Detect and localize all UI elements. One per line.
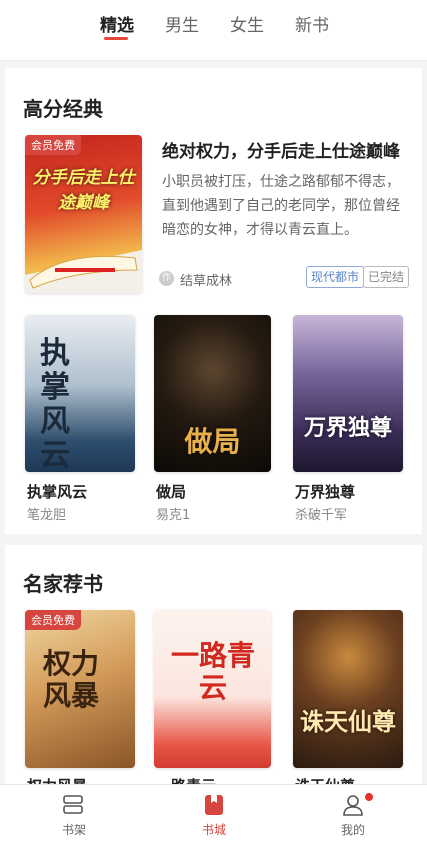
cover-text: 诛天仙尊 xyxy=(300,708,396,736)
vip-free-badge: 会员免费 xyxy=(25,135,81,155)
cover-text: 一路青云 xyxy=(170,639,255,704)
book-cover-1[interactable]: 执掌风云 xyxy=(25,315,135,472)
train-illustration xyxy=(25,250,142,293)
bookshelf-icon xyxy=(63,795,83,814)
book-cover-2[interactable]: 做局 xyxy=(154,315,271,472)
nav-label: 书架 xyxy=(61,823,86,837)
book-author: 杀破千军 xyxy=(295,508,348,523)
featured-book-author: 结草成林 xyxy=(180,274,233,289)
bottom-navigation: 书架 书城 我的 xyxy=(0,784,427,843)
section-celebrity-picks: 名家荐书 会员免费 权力风暴 一路青云 诛天仙尊 权力风暴 一路青云 诛天仙尊 xyxy=(5,545,422,784)
cover-text: 执掌风云 xyxy=(40,336,70,473)
tab-new-books[interactable]: 新书 xyxy=(295,11,329,36)
book-cover-4[interactable]: 会员免费 权力风暴 xyxy=(25,610,135,768)
section-title: 名家荐书 xyxy=(23,572,103,596)
book-author: 易克1 xyxy=(156,508,191,523)
book-author: 笔龙胆 xyxy=(27,508,67,523)
tab-female[interactable]: 女生 xyxy=(230,11,264,36)
cover-text: 权力风暴 xyxy=(42,647,99,712)
book-title[interactable]: 万界独尊 xyxy=(295,481,355,502)
cover-text: 万界独尊 xyxy=(303,416,392,441)
nav-label: 我的 xyxy=(340,823,365,837)
section-high-score-classics: 高分经典 会员免费 分手后走上仕途巅峰 绝对权力，分手后走上仕途巅峰 小职员被打… xyxy=(5,68,422,534)
book-title[interactable]: 诛天仙尊 xyxy=(295,775,355,784)
nav-label: 书城 xyxy=(201,823,226,837)
book-title[interactable]: 做局 xyxy=(156,481,186,502)
book-title[interactable]: 权力风暴 xyxy=(27,775,87,784)
book-cover-5[interactable]: 一路青云 xyxy=(154,610,271,768)
featured-book-cover[interactable]: 会员免费 分手后走上仕途巅峰 xyxy=(25,135,142,293)
active-tab-indicator xyxy=(104,37,128,40)
book-title[interactable]: 一路青云 xyxy=(156,775,216,784)
book-title[interactable]: 执掌风云 xyxy=(27,481,87,502)
tab-featured[interactable]: 精选 xyxy=(100,11,134,36)
nav-profile[interactable]: 我的 xyxy=(303,785,403,843)
genre-tag: 现代都市 xyxy=(306,266,365,288)
status-tag: 已完结 xyxy=(363,266,410,288)
featured-book-description: 小职员被打压，仕途之路郁郁不得志，直到他遇到了自己的老同学，那位曾经暗恋的女神，… xyxy=(162,174,400,238)
author-icon: 作 xyxy=(159,271,174,286)
bookstore-icon xyxy=(205,795,223,815)
nav-bookshelf[interactable]: 书架 xyxy=(24,785,124,843)
vip-free-badge: 会员免费 xyxy=(25,610,81,630)
section-title: 高分经典 xyxy=(23,97,103,121)
person-icon xyxy=(343,795,363,816)
nav-bookstore[interactable]: 书城 xyxy=(164,785,264,843)
top-tab-bar: 精选 男生 女生 新书 xyxy=(0,0,427,61)
featured-book-title[interactable]: 绝对权力，分手后走上仕途巅峰 xyxy=(162,137,410,162)
cover-text: 做局 xyxy=(184,425,241,458)
book-cover-6[interactable]: 诛天仙尊 xyxy=(293,610,403,768)
book-cover-3[interactable]: 万界独尊 xyxy=(293,315,403,472)
tab-male[interactable]: 男生 xyxy=(165,11,199,36)
cover-text: 分手后走上仕途巅峰 xyxy=(32,168,135,213)
notification-dot xyxy=(365,793,373,801)
